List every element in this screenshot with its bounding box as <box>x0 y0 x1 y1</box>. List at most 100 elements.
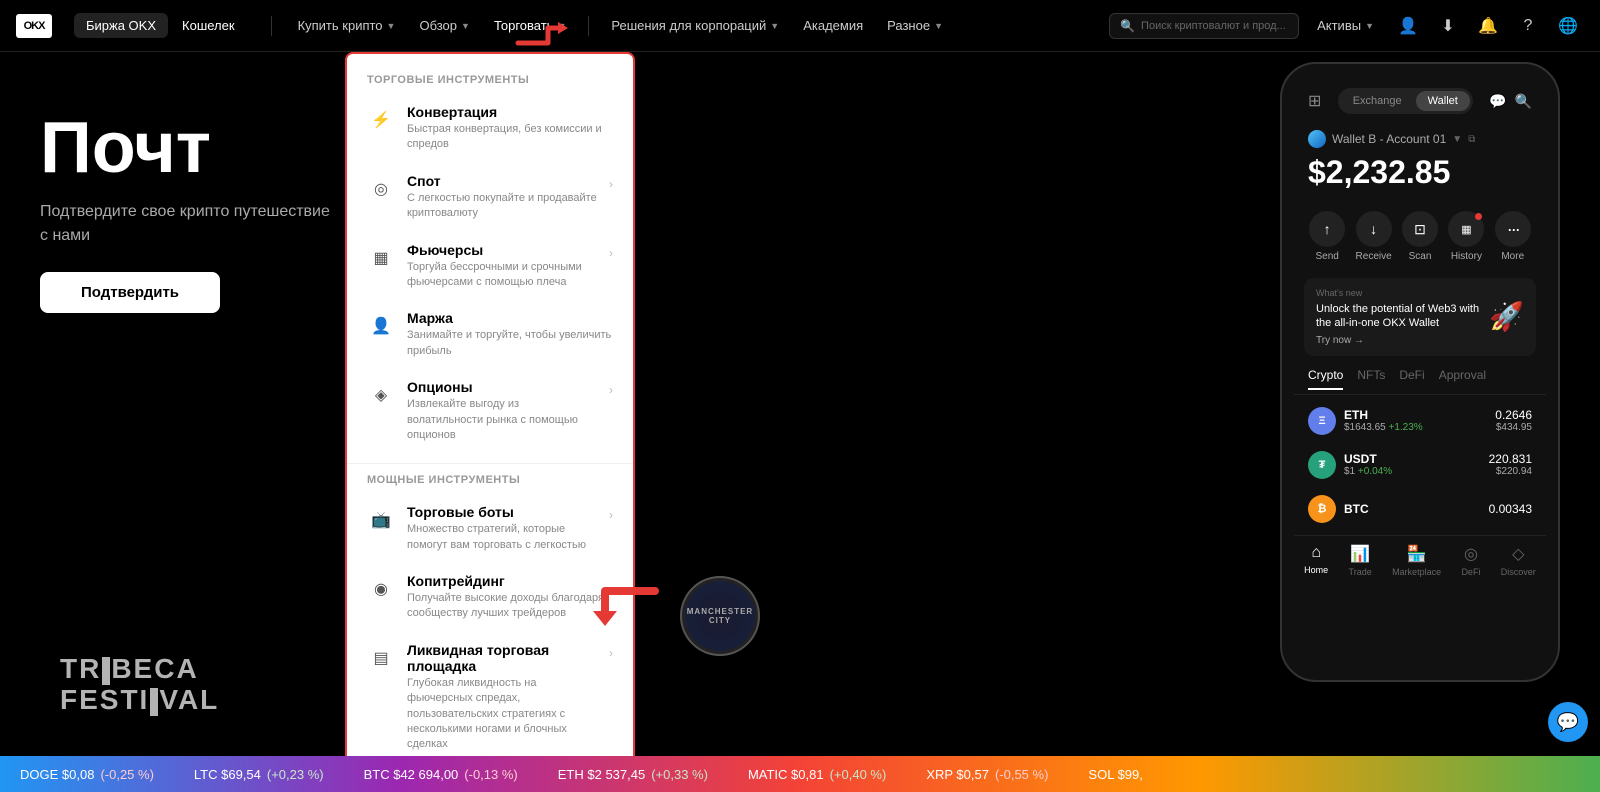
defi-label: DeFi <box>1461 567 1480 577</box>
copy-icon[interactable]: ⧉ <box>1468 134 1475 145</box>
discover-icon: ◇ <box>1512 544 1524 564</box>
phone-nav-discover[interactable]: ◇ Discover <box>1501 544 1536 577</box>
tribeca-text: TRBECAFESTIVAL <box>60 654 219 716</box>
crypto-tabs: Crypto NFTs DeFi Approval <box>1294 360 1546 395</box>
caret-icon: ▼ <box>1365 21 1374 31</box>
dropdown-divider <box>347 463 633 464</box>
grid-icon[interactable]: ⊞ <box>1308 91 1321 111</box>
copy-icon: ◉ <box>367 575 395 603</box>
dropdown-item-spot[interactable]: ◎ Спот С легкостью покупайте и продавайт… <box>347 163 633 232</box>
history-icon: ▦ <box>1448 211 1484 247</box>
hero-section: Почт Подтвердите свое крипто путешествие… <box>40 112 340 313</box>
section1-label: Торговые инструменты <box>347 74 633 94</box>
send-button[interactable]: ↑ Send <box>1309 211 1345 262</box>
message-icon[interactable]: 💬 <box>1489 93 1506 110</box>
usdt-icon: ₮ <box>1308 451 1336 479</box>
search-placeholder: Поиск криптовалют и прод... <box>1141 20 1286 32</box>
phone-bottom-nav: ⌂ Home 📊 Trade 🏪 Marketplace ◎ DeFi ◇ <box>1294 535 1546 581</box>
spot-desc: С легкостью покупайте и продавайте крипт… <box>407 191 597 222</box>
search-icon: 🔍 <box>1120 19 1135 33</box>
phone-nav-home[interactable]: ⌂ Home <box>1304 544 1328 577</box>
wallet-account: Wallet B - Account 01 ▼ ⧉ <box>1308 130 1532 148</box>
arrow-icon: › <box>609 508 613 522</box>
whats-new-banner[interactable]: What's new Unlock the potential of Web3 … <box>1304 278 1536 356</box>
search-icon[interactable]: 🔍 <box>1515 93 1532 110</box>
history-label: History <box>1451 251 1482 262</box>
usdt-amount: 220.831 $220.94 <box>1489 452 1532 477</box>
trade-dropdown-menu: Торговые инструменты ⚡ Конвертация Быстр… <box>345 52 635 756</box>
more-button[interactable]: ··· More <box>1495 211 1531 262</box>
hero-button[interactable]: Подтвердить <box>40 272 220 313</box>
nav-divider <box>271 16 272 36</box>
nav-item-overview[interactable]: Обзор ▼ <box>409 12 479 39</box>
crypto-tab-nfts[interactable]: NFTs <box>1357 368 1385 390</box>
mancity-logo: MANCHESTERCITY <box>680 576 760 656</box>
nav-item-corp[interactable]: Решения для корпораций ▼ <box>601 12 789 39</box>
chat-bubble[interactable]: 💬 <box>1548 702 1588 742</box>
phone-tab-exchange[interactable]: Exchange <box>1341 91 1414 111</box>
phone-nav-marketplace[interactable]: 🏪 Marketplace <box>1392 544 1441 577</box>
crypto-tab-crypto[interactable]: Crypto <box>1308 368 1343 390</box>
dropdown-item-bots[interactable]: 📺 Торговые боты Множество стратегий, кот… <box>347 494 633 563</box>
ticker-xrp: XRP $0,57 (-0,55 %) <box>926 767 1048 782</box>
wallet-balance: $2,232.85 <box>1308 154 1532 191</box>
caret-icon: ▼ <box>461 21 470 31</box>
nav-tab-wallet[interactable]: Кошелек <box>170 13 247 38</box>
eth-price: $1643.65 +1.23% <box>1344 422 1487 433</box>
main-content: Почт Подтвердите свое крипто путешествие… <box>0 52 1600 756</box>
nav-item-buy[interactable]: Купить крипто ▼ <box>288 12 406 39</box>
phone-nav-trade[interactable]: 📊 Trade <box>1349 544 1372 577</box>
scan-button[interactable]: ⊡ Scan <box>1402 211 1438 262</box>
phone-icons: 💬 🔍 <box>1489 93 1532 110</box>
eth-amount: 0.2646 $434.95 <box>1495 408 1532 433</box>
help-icon[interactable]: ? <box>1512 10 1544 42</box>
crypto-item-eth[interactable]: Ξ ETH $1643.65 +1.23% 0.2646 $434.95 <box>1294 399 1546 443</box>
nav-item-misc[interactable]: Разное ▼ <box>877 12 953 39</box>
crypto-list: Ξ ETH $1643.65 +1.23% 0.2646 $434.95 <box>1294 395 1546 535</box>
crypto-tab-approval[interactable]: Approval <box>1439 368 1486 390</box>
phone-nav-defi[interactable]: ◎ DeFi <box>1461 544 1480 577</box>
logo-icon: OKX <box>16 14 52 38</box>
assets-button[interactable]: Активы ▼ <box>1307 13 1384 38</box>
phone-header: ⊞ Exchange Wallet 💬 🔍 <box>1294 76 1546 122</box>
receive-icon: ↓ <box>1356 211 1392 247</box>
hero-title: Почт <box>40 112 340 184</box>
globe-icon[interactable]: 🌐 <box>1552 10 1584 42</box>
convert-desc: Быстрая конвертация, без комиссии и спре… <box>407 122 613 153</box>
nav-tab-exchange[interactable]: Биржа OKX <box>74 13 168 38</box>
okx-logo[interactable]: OKX <box>16 14 58 38</box>
eth-name: ETH <box>1344 408 1487 422</box>
crypto-item-btc[interactable]: ₿ BTC 0.00343 <box>1294 487 1546 531</box>
tribeca-logo: TRBECAFESTIVAL <box>60 654 219 716</box>
dropdown-item-liquid[interactable]: ▤ Ликвидная торговая площадка Глубокая л… <box>347 632 633 756</box>
bell-icon[interactable]: 🔔 <box>1472 10 1504 42</box>
spot-title: Спот <box>407 173 597 189</box>
ticker-track: DOGE $0,08 (-0,25 %) LTC $69,54 (+0,23 %… <box>0 767 1163 782</box>
history-button[interactable]: ▦ History <box>1448 211 1484 262</box>
crypto-item-usdt[interactable]: ₮ USDT $1 +0.04% 220.831 $220.94 <box>1294 443 1546 487</box>
search-box[interactable]: 🔍 Поиск криптовалют и прод... <box>1109 13 1299 39</box>
profile-icon[interactable]: 👤 <box>1392 10 1424 42</box>
phone-tab-wallet[interactable]: Wallet <box>1416 91 1470 111</box>
wallet-info: Wallet B - Account 01 ▼ ⧉ $2,232.85 <box>1294 122 1546 203</box>
dropdown-item-options[interactable]: ◈ Опционы Извлекайте выгоду из волатильн… <box>347 369 633 453</box>
usdt-name: USDT <box>1344 452 1481 466</box>
nav-item-academy[interactable]: Академия <box>793 12 873 39</box>
dropdown-item-futures[interactable]: ▦ Фьючерсы Торгуйа бессрочными и срочным… <box>347 232 633 301</box>
btc-amount: 0.00343 <box>1489 502 1532 516</box>
crypto-tab-defi[interactable]: DeFi <box>1399 368 1424 390</box>
try-now-link[interactable]: Try now → <box>1316 335 1481 346</box>
margin-title: Маржа <box>407 310 613 326</box>
arrow-icon: › <box>609 246 613 260</box>
caret-icon: ▼ <box>387 21 396 31</box>
scan-icon: ⊡ <box>1402 211 1438 247</box>
whats-new-title: Unlock the potential of Web3 with the al… <box>1316 302 1481 331</box>
dropdown-item-margin[interactable]: 👤 Маржа Занимайте и торгуйте, чтобы увел… <box>347 300 633 369</box>
download-icon[interactable]: ⬇ <box>1432 10 1464 42</box>
navbar: OKX Биржа OKX Кошелек Купить крипто ▼ Об… <box>0 0 1600 52</box>
marketplace-icon: 🏪 <box>1407 544 1427 564</box>
convert-icon: ⚡ <box>367 106 395 134</box>
btc-name: BTC <box>1344 502 1481 516</box>
receive-button[interactable]: ↓ Receive <box>1356 211 1392 262</box>
dropdown-item-convert[interactable]: ⚡ Конвертация Быстрая конвертация, без к… <box>347 94 633 163</box>
